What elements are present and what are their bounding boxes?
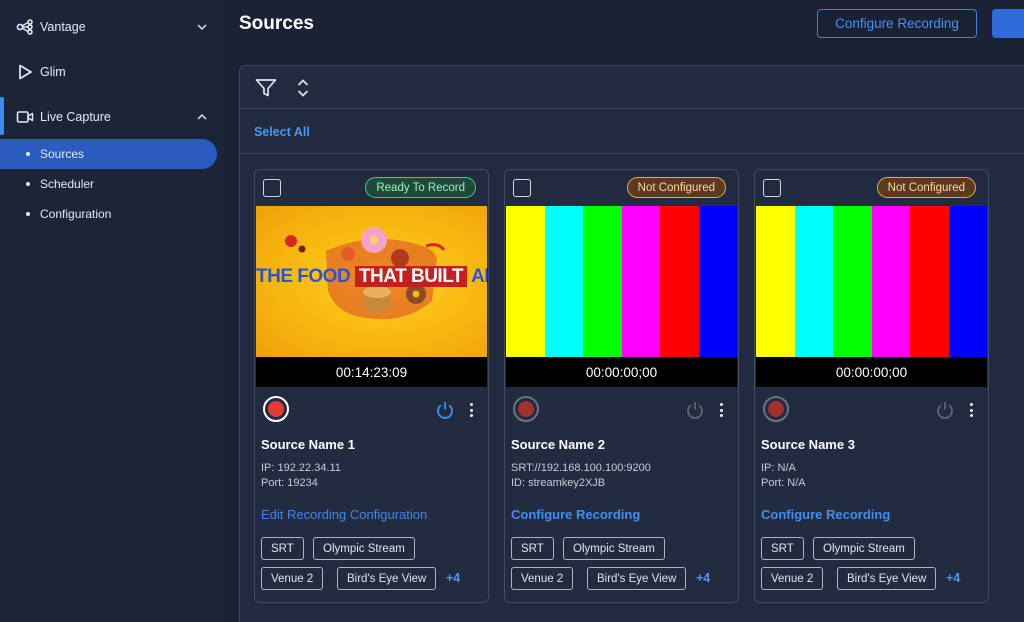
- bullet-icon: [26, 212, 30, 216]
- more-options-icon[interactable]: [713, 400, 729, 420]
- timecode: 00:00:00;00: [756, 357, 987, 387]
- more-options-icon[interactable]: [963, 400, 979, 420]
- card-checkbox[interactable]: [263, 179, 281, 197]
- record-icon: [268, 401, 284, 417]
- page-title: Sources: [239, 13, 314, 34]
- tag-chip[interactable]: SRT: [511, 537, 554, 560]
- tag-chip[interactable]: Venue 2: [761, 567, 824, 590]
- tag-chip[interactable]: Olympic Stream: [813, 537, 915, 560]
- tag-chip[interactable]: Venue 2: [261, 567, 324, 590]
- source-name: Source Name 1: [261, 437, 355, 452]
- source-card[interactable]: Ready To Record THE FOOD THAT BUILT AMER…: [254, 169, 489, 603]
- chevron-up-icon[interactable]: [195, 110, 209, 124]
- power-icon[interactable]: [435, 400, 455, 420]
- source-port: Port: 19234: [261, 477, 318, 489]
- sub-item-label: Sources: [40, 147, 85, 161]
- source-address: IP: N/A: [761, 462, 796, 474]
- chevron-down-icon[interactable]: [195, 20, 209, 34]
- workflow-icon: [16, 18, 34, 36]
- nav-item-label: Glim: [40, 65, 66, 79]
- tag-chip[interactable]: Bird's Eye View: [587, 567, 687, 590]
- nav-item-live-capture[interactable]: Live Capture: [0, 97, 225, 137]
- source-thumbnail: THE FOOD THAT BUILT AMERICA: [256, 206, 487, 357]
- status-badge: Not Configured: [876, 177, 976, 198]
- sidebar-item-configuration[interactable]: Configuration: [0, 199, 217, 229]
- status-badge: Ready To Record: [365, 177, 476, 198]
- record-button[interactable]: [513, 396, 539, 422]
- nav-item-glim[interactable]: Glim: [0, 52, 225, 92]
- tag-chip[interactable]: SRT: [261, 537, 304, 560]
- divider: [240, 108, 1024, 109]
- source-thumbnail: [506, 206, 737, 357]
- record-icon: [518, 401, 534, 417]
- thumbnail-title-left: THE FOOD: [256, 266, 351, 287]
- edit-recording-configuration-link[interactable]: Edit Recording Configuration: [261, 507, 427, 522]
- card-checkbox[interactable]: [513, 179, 531, 197]
- bullet-icon: [26, 152, 30, 156]
- record-button[interactable]: [263, 396, 289, 422]
- source-address: SRT://192.168.100.100:9200: [511, 462, 651, 474]
- tag-chip[interactable]: Bird's Eye View: [837, 567, 937, 590]
- source-thumbnail: [756, 206, 987, 357]
- timecode: 00:14:23:09: [256, 357, 487, 387]
- color-bars: [506, 206, 737, 357]
- primary-action-button[interactable]: [992, 9, 1024, 38]
- source-address: IP: 192.22.34.11: [261, 462, 341, 474]
- configure-recording-link[interactable]: Configure Recording: [511, 507, 640, 522]
- tag-chip[interactable]: Olympic Stream: [563, 537, 665, 560]
- more-tags-link[interactable]: +4: [446, 571, 460, 585]
- record-icon: [768, 401, 784, 417]
- configure-recording-link[interactable]: Configure Recording: [761, 507, 890, 522]
- thumbnail-title-mid: THAT BUILT: [354, 266, 467, 287]
- more-tags-link[interactable]: +4: [946, 571, 960, 585]
- divider: [240, 153, 1024, 154]
- play-icon: [16, 63, 34, 81]
- nav-item-label: Live Capture: [40, 110, 111, 124]
- configure-recording-button[interactable]: Configure Recording: [817, 9, 977, 38]
- filter-icon[interactable]: [254, 76, 278, 100]
- status-badge: Not Configured: [626, 177, 726, 198]
- select-all-link[interactable]: Select All: [254, 125, 310, 139]
- power-icon[interactable]: [935, 400, 955, 420]
- nav-item-label: Vantage: [40, 20, 86, 34]
- source-card[interactable]: Not Configured 00:00:00;00 Source Name 3…: [754, 169, 989, 603]
- source-name: Source Name 2: [511, 437, 605, 452]
- thumbnail-title: THE FOOD THAT BUILT AMERICA: [256, 266, 487, 288]
- color-bars: [756, 206, 987, 357]
- source-stream-id: ID: streamkey2XJB: [511, 477, 606, 489]
- source-card[interactable]: Not Configured 00:00:00;00 Source Name 2…: [504, 169, 739, 603]
- tag-chip[interactable]: SRT: [761, 537, 804, 560]
- sort-icon[interactable]: [291, 76, 315, 100]
- tag-chip[interactable]: Olympic Stream: [313, 537, 415, 560]
- card-checkbox[interactable]: [763, 179, 781, 197]
- source-name: Source Name 3: [761, 437, 855, 452]
- source-port: Port: N/A: [761, 477, 806, 489]
- record-button[interactable]: [763, 396, 789, 422]
- more-tags-link[interactable]: +4: [696, 571, 710, 585]
- sub-item-label: Scheduler: [40, 177, 95, 191]
- timecode: 00:00:00;00: [506, 357, 737, 387]
- video-camera-icon: [16, 108, 34, 126]
- power-icon[interactable]: [685, 400, 705, 420]
- more-options-icon[interactable]: [463, 400, 479, 420]
- sidebar-item-sources[interactable]: Sources: [0, 139, 217, 169]
- tag-chip[interactable]: Venue 2: [511, 567, 574, 590]
- thumbnail-title-right: AMERICA: [471, 266, 487, 287]
- tag-chip[interactable]: Bird's Eye View: [337, 567, 437, 590]
- sub-item-label: Configuration: [40, 207, 112, 221]
- sidebar-item-scheduler[interactable]: Scheduler: [0, 169, 217, 199]
- nav-item-vantage[interactable]: Vantage: [0, 7, 225, 47]
- sidebar: Vantage Glim Live Capture Sources Schedu…: [0, 0, 225, 622]
- bullet-icon: [26, 182, 30, 186]
